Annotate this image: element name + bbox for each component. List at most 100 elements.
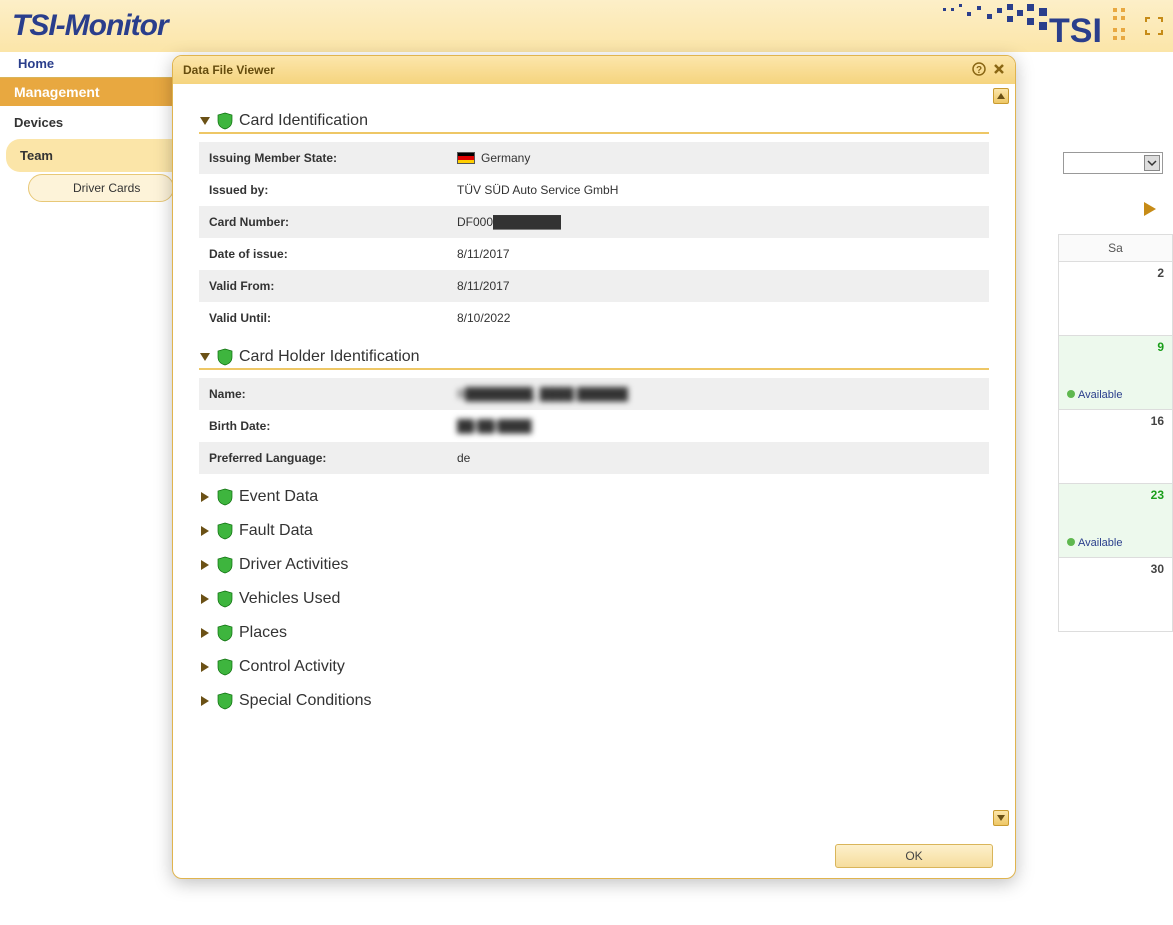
section-title: Fault Data: [239, 522, 313, 540]
tab-home[interactable]: Home: [0, 52, 72, 77]
close-icon[interactable]: [991, 61, 1007, 77]
section-card-holder-identification: Card Holder Identification Name:B███████…: [199, 348, 989, 474]
section-title: Special Conditions: [239, 692, 372, 710]
fullscreen-icon[interactable]: [1145, 17, 1163, 35]
section-header-card-identification[interactable]: Card Identification: [199, 112, 989, 134]
calendar-next-icon[interactable]: [1141, 200, 1159, 221]
expand-icon: [199, 525, 211, 537]
calendar-day-number: 23: [1151, 488, 1164, 502]
calendar-day-number: 30: [1151, 562, 1164, 576]
data-row: Preferred Language:de: [199, 442, 989, 474]
data-label: Name:: [209, 387, 457, 401]
sidebar: Home Management Devices Team Driver Card…: [0, 52, 180, 925]
data-value: B████████, ████ ██████: [457, 387, 628, 401]
data-row: Birth Date:██/██/████: [199, 410, 989, 442]
expand-icon: [199, 491, 211, 503]
sidebar-item-driver-cards[interactable]: Driver Cards: [28, 174, 174, 202]
section-title: Driver Activities: [239, 556, 348, 574]
shield-ok-icon: [217, 556, 233, 574]
scroll-up-icon[interactable]: [993, 88, 1009, 104]
calendar-cell[interactable]: 9 Available: [1058, 336, 1173, 410]
calendar-column-header: Sa: [1058, 234, 1173, 262]
calendar-cell[interactable]: 2: [1058, 262, 1173, 336]
data-row: Valid From:8/11/2017: [199, 270, 989, 302]
shield-ok-icon: [217, 658, 233, 676]
shield-ok-icon: [217, 348, 233, 366]
ok-button[interactable]: OK: [835, 844, 993, 868]
shield-ok-icon: [217, 692, 233, 710]
data-value: 8/10/2022: [457, 311, 510, 325]
data-value: DF000████████: [457, 215, 561, 229]
data-file-viewer-dialog: Data File Viewer ? Card Identification I…: [172, 55, 1016, 879]
dialog-footer: OK: [835, 844, 993, 868]
app-header: TSI-Monitor TSI: [0, 0, 1173, 52]
calendar-cell[interactable]: 23 Available: [1058, 484, 1173, 558]
collapse-icon: [199, 115, 211, 127]
section-title: Card Identification: [239, 112, 368, 130]
section-header-event-data[interactable]: Event Data: [199, 488, 989, 506]
expand-icon: [199, 593, 211, 605]
data-row: Issued by:TÜV SÜD Auto Service GmbH: [199, 174, 989, 206]
section-title: Places: [239, 624, 287, 642]
section-header-fault-data[interactable]: Fault Data: [199, 522, 989, 540]
calendar-available-badge: Available: [1067, 537, 1122, 549]
data-row: Valid Until:8/10/2022: [199, 302, 989, 334]
data-label: Date of issue:: [209, 247, 457, 261]
calendar-day-number: 9: [1157, 340, 1164, 354]
expand-icon: [199, 627, 211, 639]
calendar-dropdown[interactable]: [1063, 152, 1163, 174]
shield-ok-icon: [217, 590, 233, 608]
expand-icon: [199, 695, 211, 707]
svg-text:TSI: TSI: [1049, 12, 1102, 48]
dialog-header[interactable]: Data File Viewer ?: [173, 56, 1015, 84]
sidebar-item-team[interactable]: Team: [6, 139, 180, 172]
shield-ok-icon: [217, 488, 233, 506]
tsi-pattern-logo: TSI: [943, 4, 1133, 48]
data-value: 8/11/2017: [457, 247, 510, 261]
shield-ok-icon: [217, 112, 233, 130]
section-header-control-activity[interactable]: Control Activity: [199, 658, 989, 676]
data-label: Issued by:: [209, 183, 457, 197]
data-row: Date of issue:8/11/2017: [199, 238, 989, 270]
section-header-card-holder-identification[interactable]: Card Holder Identification: [199, 348, 989, 370]
chevron-down-icon[interactable]: [1144, 155, 1160, 171]
data-label: Birth Date:: [209, 419, 457, 433]
calendar-cell[interactable]: 16: [1058, 410, 1173, 484]
sidebar-section-management: Management: [0, 78, 180, 106]
expand-icon: [199, 661, 211, 673]
section-header-places[interactable]: Places: [199, 624, 989, 642]
calendar-day-number: 16: [1151, 414, 1164, 428]
shield-ok-icon: [217, 522, 233, 540]
data-label: Valid Until:: [209, 311, 457, 325]
expand-icon: [199, 559, 211, 571]
scroll-down-icon[interactable]: [993, 810, 1009, 826]
dialog-body: Card Identification Issuing Member State…: [173, 84, 1015, 830]
data-label: Card Number:: [209, 215, 457, 229]
status-dot-icon: [1067, 538, 1075, 546]
data-label: Issuing Member State:: [209, 151, 457, 165]
section-header-vehicles-used[interactable]: Vehicles Used: [199, 590, 989, 608]
dialog-title: Data File Viewer: [183, 63, 275, 77]
data-row: Name:B████████, ████ ██████: [199, 378, 989, 410]
calendar-strip: Sa 2 9 Available 16 23 Available 30: [1058, 152, 1173, 632]
app-logo-text: TSI-Monitor: [12, 9, 168, 43]
dialog-scrollbar[interactable]: [993, 88, 1009, 826]
sidebar-item-devices[interactable]: Devices: [0, 106, 180, 139]
section-title: Card Holder Identification: [239, 348, 420, 366]
shield-ok-icon: [217, 624, 233, 642]
svg-text:?: ?: [976, 65, 982, 76]
data-label: Preferred Language:: [209, 451, 457, 465]
collapse-icon: [199, 351, 211, 363]
calendar-available-badge: Available: [1067, 389, 1122, 401]
data-row: Card Number:DF000████████: [199, 206, 989, 238]
tab-menu: Home: [0, 52, 180, 78]
help-icon[interactable]: ?: [971, 61, 987, 77]
data-value: TÜV SÜD Auto Service GmbH: [457, 183, 618, 197]
section-title: Vehicles Used: [239, 590, 340, 608]
calendar-cell[interactable]: 30: [1058, 558, 1173, 632]
data-value: de: [457, 451, 470, 465]
section-title: Event Data: [239, 488, 318, 506]
section-header-special-conditions[interactable]: Special Conditions: [199, 692, 989, 710]
data-label: Valid From:: [209, 279, 457, 293]
section-header-driver-activities[interactable]: Driver Activities: [199, 556, 989, 574]
